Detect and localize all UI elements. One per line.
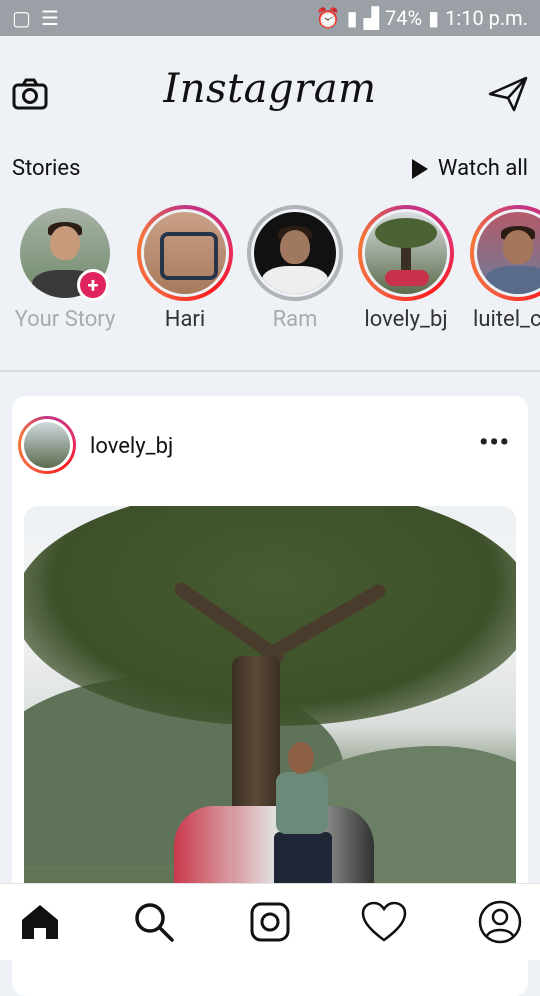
app-logo: Instagram [163, 66, 377, 112]
story-name: Ram [272, 307, 318, 332]
story-ram[interactable]: Ram [240, 205, 350, 332]
app-header: Instagram [0, 36, 540, 156]
profile-icon[interactable] [476, 898, 524, 946]
home-icon[interactable] [16, 898, 64, 946]
avatar [144, 212, 226, 294]
watch-all-button[interactable]: Watch all [411, 156, 528, 181]
battery-level: 74% [385, 6, 423, 30]
story-name: Hari [164, 307, 206, 332]
battery-icon: ▮ [428, 6, 440, 30]
clock: 1:10 p.m. [445, 6, 528, 30]
heart-icon[interactable] [360, 898, 408, 946]
post-avatar[interactable] [18, 416, 76, 474]
divider [0, 370, 540, 372]
play-icon [411, 158, 428, 179]
notification-icon: ▢ [12, 6, 31, 30]
story-ring [470, 205, 540, 301]
story-luitel[interactable]: luitel_c [463, 205, 540, 332]
signal-icon: ▟ [363, 6, 379, 30]
story-name: luitel_c [473, 307, 540, 332]
post-username[interactable]: lovely_bj [90, 434, 173, 459]
story-your-story[interactable]: + Your Story [10, 205, 120, 332]
watch-all-label: Watch all [437, 156, 528, 181]
post-image[interactable] [24, 506, 516, 906]
story-name: lovely_bj [364, 307, 448, 332]
sim-icon: ▮ [346, 6, 358, 30]
paper-plane-icon[interactable] [488, 76, 528, 112]
stories-title: Stories [12, 156, 81, 181]
reels-icon[interactable] [246, 898, 294, 946]
story-name: Your Story [14, 307, 116, 332]
story-ring [137, 205, 233, 301]
avatar [477, 212, 540, 294]
avatar [365, 212, 447, 294]
story-lovely-bj[interactable]: lovely_bj [351, 205, 461, 332]
story-ring: + [17, 205, 113, 301]
status-bar: ▢ ☰ ⏰ ▮ ▟ 74% ▮ 1:10 p.m. [0, 0, 540, 36]
more-options-icon[interactable]: ••• [479, 430, 510, 456]
avatar [254, 212, 336, 294]
story-ring [358, 205, 454, 301]
story-ring [247, 205, 343, 301]
alarm-icon: ⏰ [315, 6, 341, 30]
search-icon[interactable] [130, 898, 178, 946]
stories-tray[interactable]: + Your Story Hari Ram lovely_bj luitel_c [0, 205, 540, 345]
bottom-nav [0, 883, 540, 960]
story-hari[interactable]: Hari [130, 205, 240, 332]
list-icon: ☰ [40, 6, 59, 30]
add-story-icon[interactable]: + [77, 269, 109, 301]
